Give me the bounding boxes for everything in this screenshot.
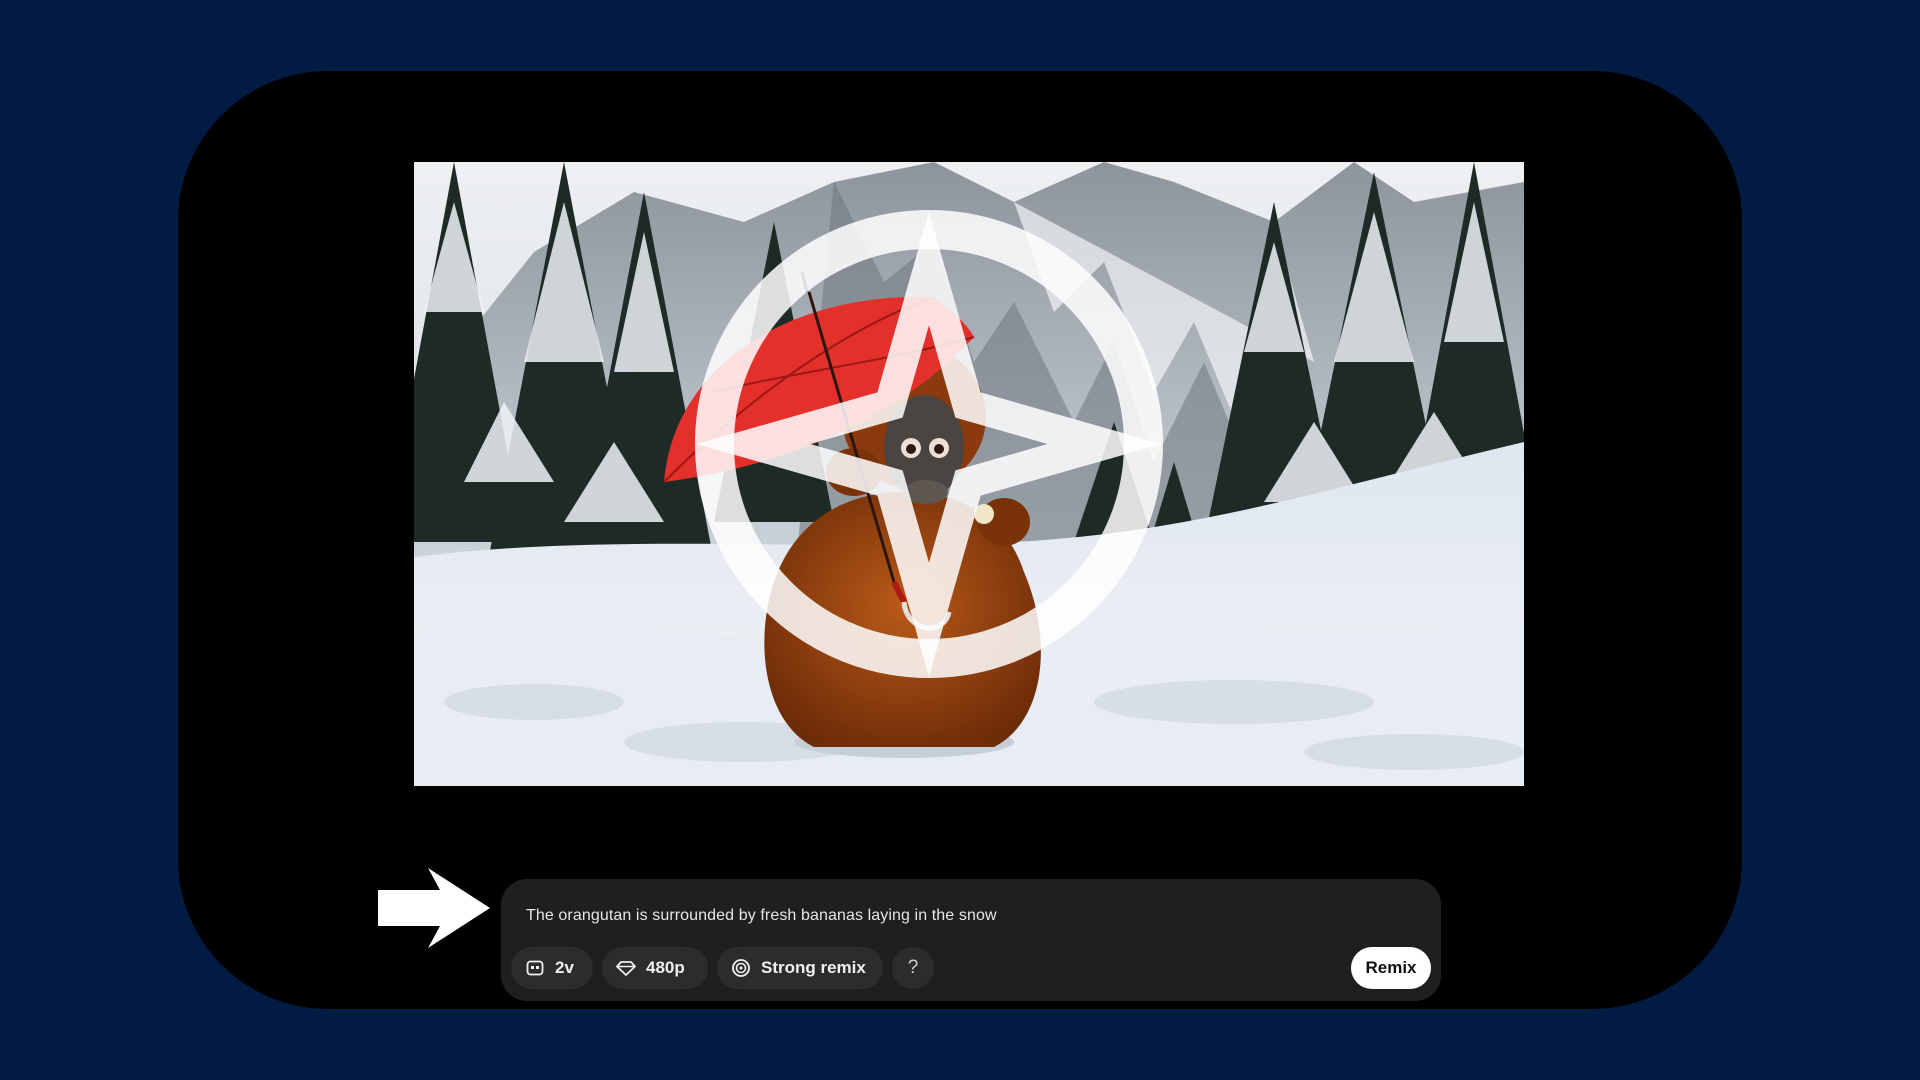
variations-chip[interactable]: 2v xyxy=(511,947,593,989)
resolution-chip[interactable]: 480p xyxy=(602,947,708,989)
help-button[interactable]: ? xyxy=(892,947,934,989)
device-frame: The orangutan is surrounded by fresh ban… xyxy=(178,71,1742,1009)
remix-strength-icon xyxy=(732,959,750,977)
sparkle-logo-icon xyxy=(695,210,1163,678)
remix-strength-chip[interactable]: Strong remix xyxy=(717,947,883,989)
pointer-arrow-icon xyxy=(378,868,490,948)
remix-composer: The orangutan is surrounded by fresh ban… xyxy=(501,879,1441,1001)
prompt-text[interactable]: The orangutan is surrounded by fresh ban… xyxy=(526,907,997,925)
remix-button[interactable]: Remix xyxy=(1351,947,1431,989)
video-preview[interactable] xyxy=(414,162,1524,786)
resolution-label: 480p xyxy=(646,958,685,977)
diamond-icon xyxy=(616,961,636,976)
remix-strength-label: Strong remix xyxy=(761,958,866,977)
variations-icon xyxy=(526,960,544,976)
variations-label: 2v xyxy=(555,958,574,977)
